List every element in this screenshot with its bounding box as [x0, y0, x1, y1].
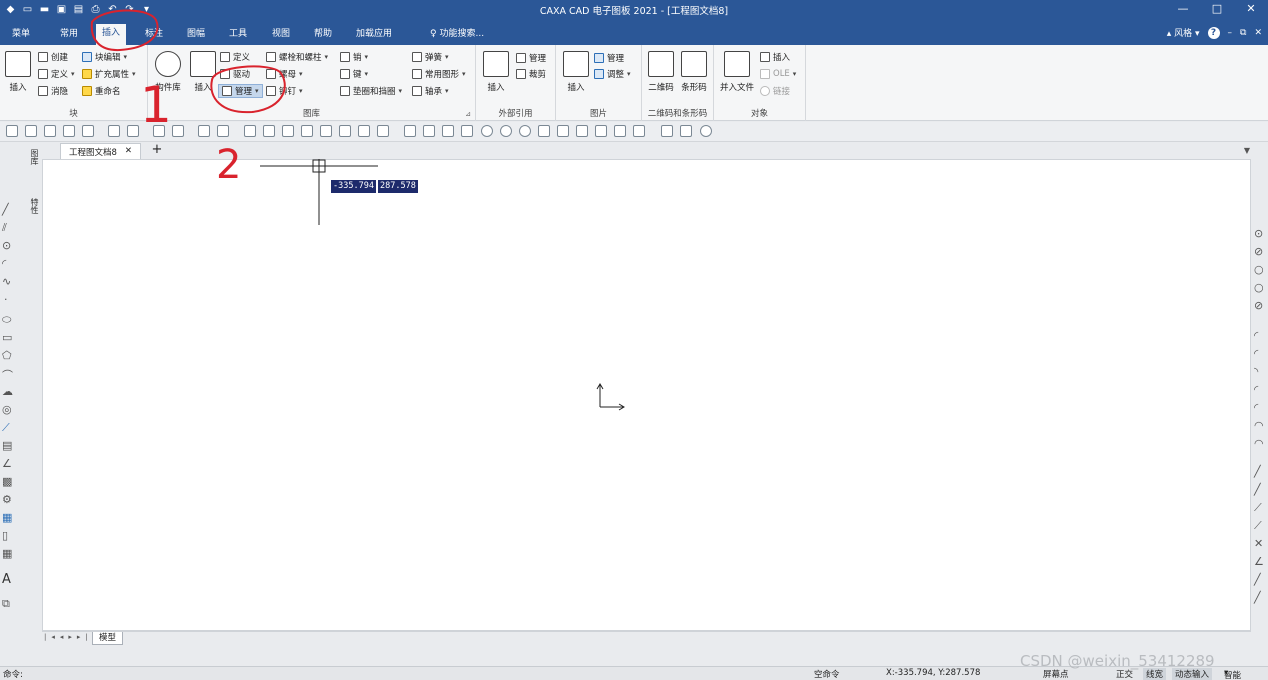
angle-icon[interactable]: ∠	[1254, 555, 1264, 568]
smart-snap-dropdown[interactable]: 智能 ▾	[1224, 668, 1241, 680]
canvas-overlay	[260, 159, 625, 411]
snap-tangent-icon[interactable]: ⊘	[1254, 245, 1263, 258]
arc-3-icon[interactable]: ◝	[1254, 365, 1258, 378]
right-toolbar: ⊙ ⊘ ○ ○ ⊘ ◜ ◜ ◝ ◜ ◜ ◠ ◠ ╱ ╱ ⟋ ⟋ ✕ ∠ ╱ ╱	[1252, 225, 1268, 615]
arc-4-icon[interactable]: ◜	[1254, 383, 1258, 396]
line-3-icon[interactable]: ⟋	[1254, 501, 1262, 515]
arc-5-icon[interactable]: ◜	[1254, 401, 1258, 414]
arc-1-icon[interactable]: ◜	[1254, 329, 1258, 342]
line-4-icon[interactable]: ⟋	[1254, 519, 1262, 533]
current-command: 空命令	[814, 670, 840, 680]
line-1-icon[interactable]: ╱	[1254, 465, 1261, 478]
arc-6-icon[interactable]: ◠	[1254, 419, 1264, 432]
command-prompt[interactable]: 命令:	[3, 668, 23, 680]
snap-center-icon[interactable]: ⊙	[1254, 227, 1263, 240]
arc-2-icon[interactable]: ◜	[1254, 347, 1258, 360]
layout-tab-bar: |◂◂▸▸| 模型	[42, 631, 1251, 645]
snap-quadrant-icon[interactable]: ○	[1254, 281, 1264, 294]
line-5-icon[interactable]: ╱	[1254, 573, 1261, 586]
watermark: CSDN @weixin_53412289	[1020, 652, 1215, 670]
snap-perp-icon[interactable]: ⊘	[1254, 299, 1263, 312]
coordinate-display: X:-335.794, Y:287.578	[886, 668, 981, 678]
tab-model[interactable]: 模型	[92, 632, 124, 645]
cursor-x-readout: -335.794	[331, 180, 376, 193]
line-2-icon[interactable]: ╱	[1254, 483, 1261, 496]
arc-7-icon[interactable]: ◠	[1254, 437, 1264, 450]
snap-circle-icon[interactable]: ○	[1254, 263, 1264, 276]
coordinate-axis-icon	[596, 383, 625, 411]
cross-icon[interactable]: ✕	[1254, 537, 1263, 550]
line-6-icon[interactable]: ╱	[1254, 591, 1261, 604]
cursor-y-readout: 287.578	[378, 180, 418, 193]
layout-nav-arrows[interactable]: |◂◂▸▸|	[44, 633, 93, 641]
